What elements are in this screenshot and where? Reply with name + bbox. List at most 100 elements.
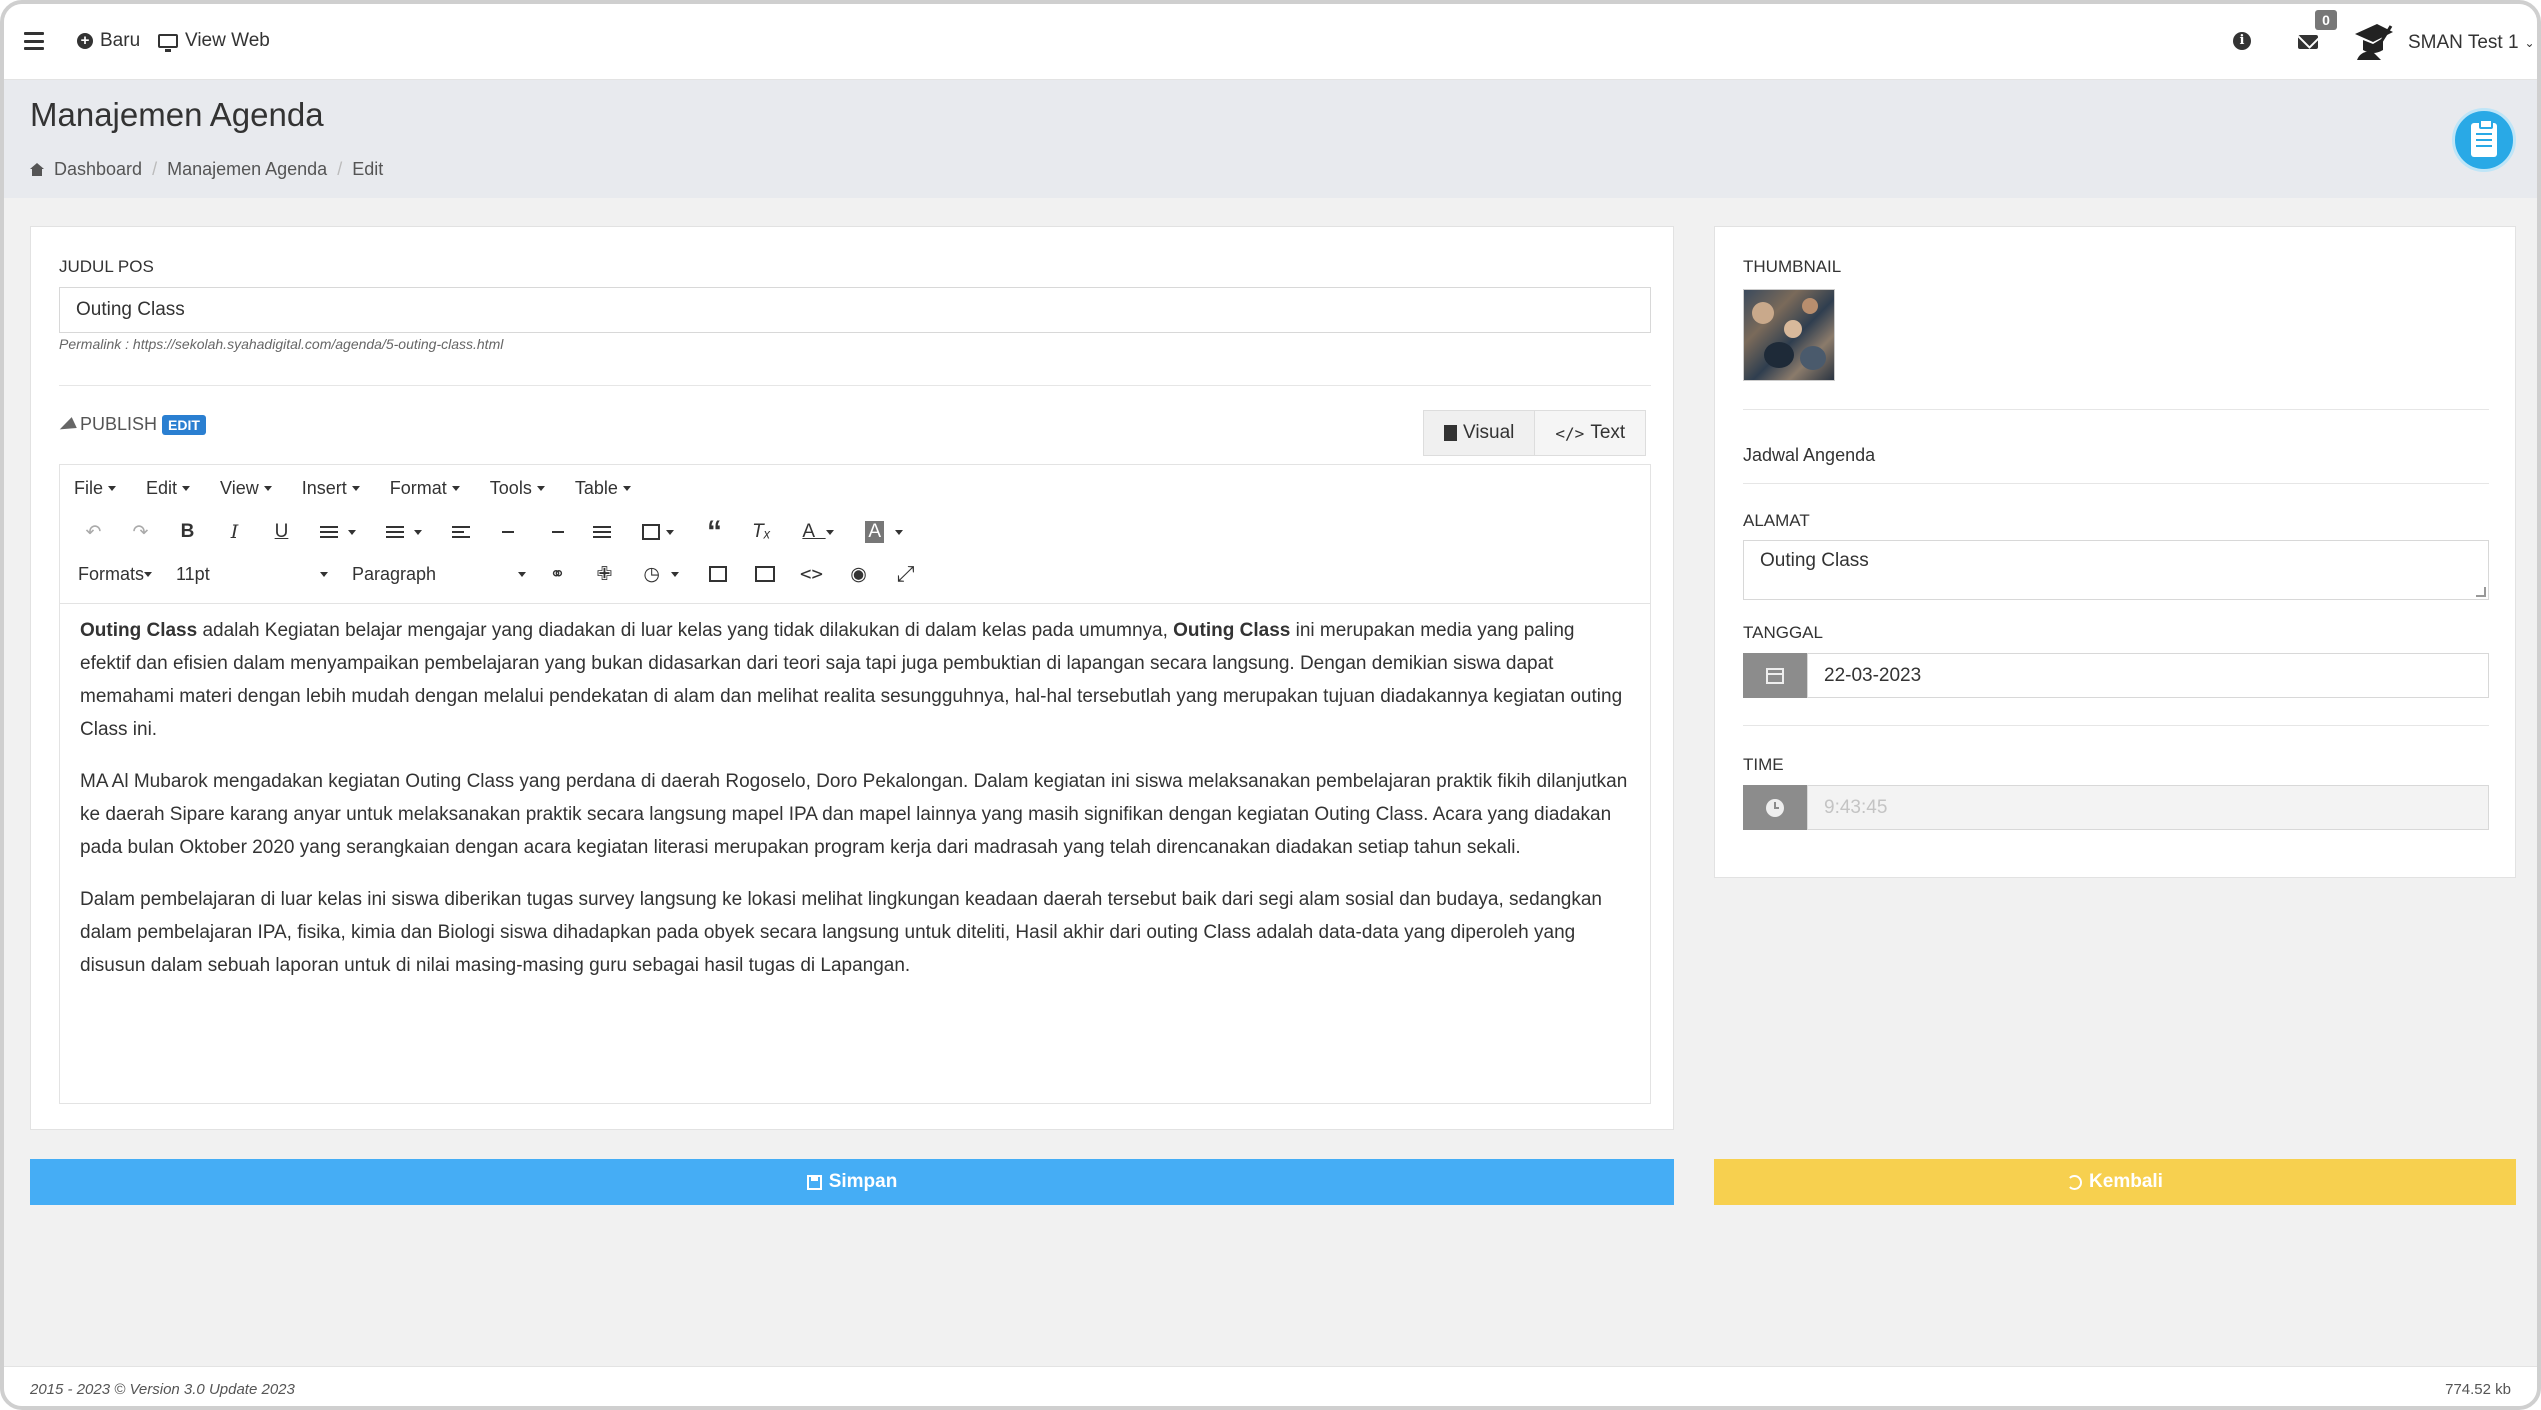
font-size-value: 11pt <box>176 563 210 584</box>
code-icon: </> <box>1555 423 1585 443</box>
redo-icon[interactable]: ↷ <box>117 513 164 551</box>
menu-file[interactable]: File <box>74 478 117 499</box>
breadcrumb: Dashboard / Manajemen Agenda / Edit <box>30 159 383 180</box>
breadcrumb-edit: Edit <box>352 159 384 179</box>
menu-toggle-icon[interactable] <box>24 32 44 50</box>
toolbar-row: ↶ ↷ B I U “ Tₓ A A <box>70 512 917 552</box>
back-button-label: Kembali <box>2089 1171 2163 1192</box>
paragraph-text: MA Al Mubarok mengadakan kegiatan Outing… <box>80 771 1628 858</box>
caret-down-icon <box>144 571 153 577</box>
save-button[interactable]: Simpan <box>30 1159 1674 1205</box>
top-navbar: + Baru View Web i 0 SMAN Test 1 ⌄ <box>4 4 2537 80</box>
align-left-icon[interactable] <box>437 513 484 551</box>
align-justify-icon[interactable] <box>578 513 625 551</box>
breadcrumb-agenda[interactable]: Manajemen Agenda <box>167 159 327 180</box>
page-header: Manajemen Agenda Dashboard / Manajemen A… <box>4 80 2537 198</box>
breadcrumb-separator: / <box>337 159 343 179</box>
tab-text-label: Text <box>1590 422 1626 443</box>
bold-text: Outing Class <box>1173 620 1291 641</box>
bullet-list-icon[interactable] <box>305 513 371 551</box>
breadcrumb-dashboard[interactable]: Dashboard <box>54 159 142 180</box>
time-input[interactable]: 9:43:45 <box>1807 785 2489 830</box>
font-size-select[interactable]: 11pt <box>168 558 336 590</box>
footer-size: 774.52 kb <box>2445 1381 2511 1398</box>
menu-tools[interactable]: Tools <box>490 478 545 499</box>
editor-content-area[interactable]: Outing Class adalah Kegiatan belajar men… <box>60 604 1650 1001</box>
menu-edit[interactable]: Edit <box>146 478 191 499</box>
caret-down-icon <box>320 571 328 577</box>
menu-file-label: File <box>74 478 104 498</box>
source-code-icon[interactable]: <> <box>788 555 835 593</box>
italic-icon[interactable]: I <box>211 513 258 551</box>
background-color-icon[interactable]: A <box>851 513 917 551</box>
block-format-select[interactable]: Paragraph <box>344 558 534 590</box>
clock-icon <box>1766 798 1784 817</box>
menu-format[interactable]: Format <box>390 478 460 499</box>
caret-down-icon <box>518 571 526 577</box>
alamat-textarea[interactable]: Outing Class <box>1743 540 2489 600</box>
menu-insert-label: Insert <box>301 478 347 498</box>
clear-format-icon[interactable]: Tₓ <box>738 513 785 551</box>
date-input[interactable]: 22-03-2023 <box>1807 653 2489 698</box>
alamat-label: ALAMAT <box>1743 511 1810 530</box>
paper-plane-icon <box>59 418 75 432</box>
edit-publish-badge[interactable]: EDIT <box>162 414 206 435</box>
table-icon[interactable] <box>625 513 691 551</box>
tab-visual[interactable]: Visual <box>1424 411 1536 455</box>
floppy-disk-icon <box>806 1174 822 1190</box>
new-button[interactable]: + Baru <box>77 30 140 52</box>
underline-icon[interactable]: U <box>258 513 305 551</box>
unlink-icon[interactable]: ✙ <box>581 555 628 593</box>
align-right-icon[interactable] <box>531 513 578 551</box>
link-icon[interactable]: ⚭ <box>534 555 581 593</box>
blockquote-icon[interactable]: “ <box>691 513 738 551</box>
caret-down-icon <box>622 486 631 491</box>
user-menu[interactable]: SMAN Test 1 ⌄ <box>2408 32 2535 54</box>
new-button-label: Baru <box>100 30 141 51</box>
resize-handle-icon[interactable] <box>2476 587 2486 597</box>
formats-dropdown[interactable]: Formats <box>70 558 160 590</box>
post-form-panel: JUDUL POS Outing Class Permalink : https… <box>30 226 1674 1130</box>
toolbar-row: Formats 11pt Paragraph ⚭ ✙ ◷ <> ◉ ⤢ <box>70 554 929 594</box>
file-icon <box>1444 425 1457 441</box>
view-web-label: View Web <box>185 30 270 51</box>
mail-icon[interactable] <box>2298 35 2318 49</box>
calendar-addon[interactable] <box>1743 653 1807 698</box>
fullscreen-icon[interactable]: ⤢ <box>882 555 929 593</box>
align-center-icon[interactable] <box>484 513 531 551</box>
publish-label: PUBLISH <box>80 414 158 434</box>
footer-version: 2015 - 2023 © Version 3.0 Update 2023 <box>30 1381 295 1398</box>
undo-icon[interactable]: ↶ <box>70 513 117 551</box>
preview-eye-icon[interactable]: ◉ <box>835 555 882 593</box>
calendar-icon <box>1766 667 1784 684</box>
time-label: TIME <box>1743 755 1784 774</box>
alarm-clock-icon[interactable]: ◷ <box>628 555 694 593</box>
numbered-list-icon[interactable] <box>371 513 437 551</box>
info-icon[interactable]: i <box>2233 32 2251 50</box>
block-format-value: Paragraph <box>352 563 437 584</box>
caret-down-icon <box>263 486 272 491</box>
editor-paragraph: Outing Class adalah Kegiatan belajar men… <box>80 614 1630 746</box>
clock-addon[interactable] <box>1743 785 1807 830</box>
media-icon[interactable] <box>741 555 788 593</box>
editor-paragraph: MA Al Mubarok mengadakan kegiatan Outing… <box>80 765 1630 864</box>
post-title-input[interactable]: Outing Class <box>59 287 1651 333</box>
user-avatar[interactable] <box>2351 20 2395 62</box>
menu-view-label: View <box>220 478 259 498</box>
view-web-button[interactable]: View Web <box>158 30 270 52</box>
image-icon[interactable] <box>694 555 741 593</box>
tab-visual-label: Visual <box>1463 422 1515 443</box>
back-button[interactable]: Kembali <box>1714 1159 2516 1205</box>
editor-mode-tabs: Visual </> Text <box>1423 410 1647 456</box>
bold-icon[interactable]: B <box>164 513 211 551</box>
menu-view[interactable]: View <box>220 478 272 499</box>
breadcrumb-separator: / <box>152 159 158 179</box>
footer: 2015 - 2023 © Version 3.0 Update 2023 77… <box>4 1366 2537 1406</box>
menu-insert[interactable]: Insert <box>302 478 360 499</box>
clipboard-icon <box>2452 108 2516 172</box>
menu-table[interactable]: Table <box>575 478 631 499</box>
menu-format-label: Format <box>389 478 447 498</box>
text-color-icon[interactable]: A <box>785 513 851 551</box>
tab-text[interactable]: </> Text <box>1535 411 1645 455</box>
thumbnail-image[interactable] <box>1743 289 1835 381</box>
